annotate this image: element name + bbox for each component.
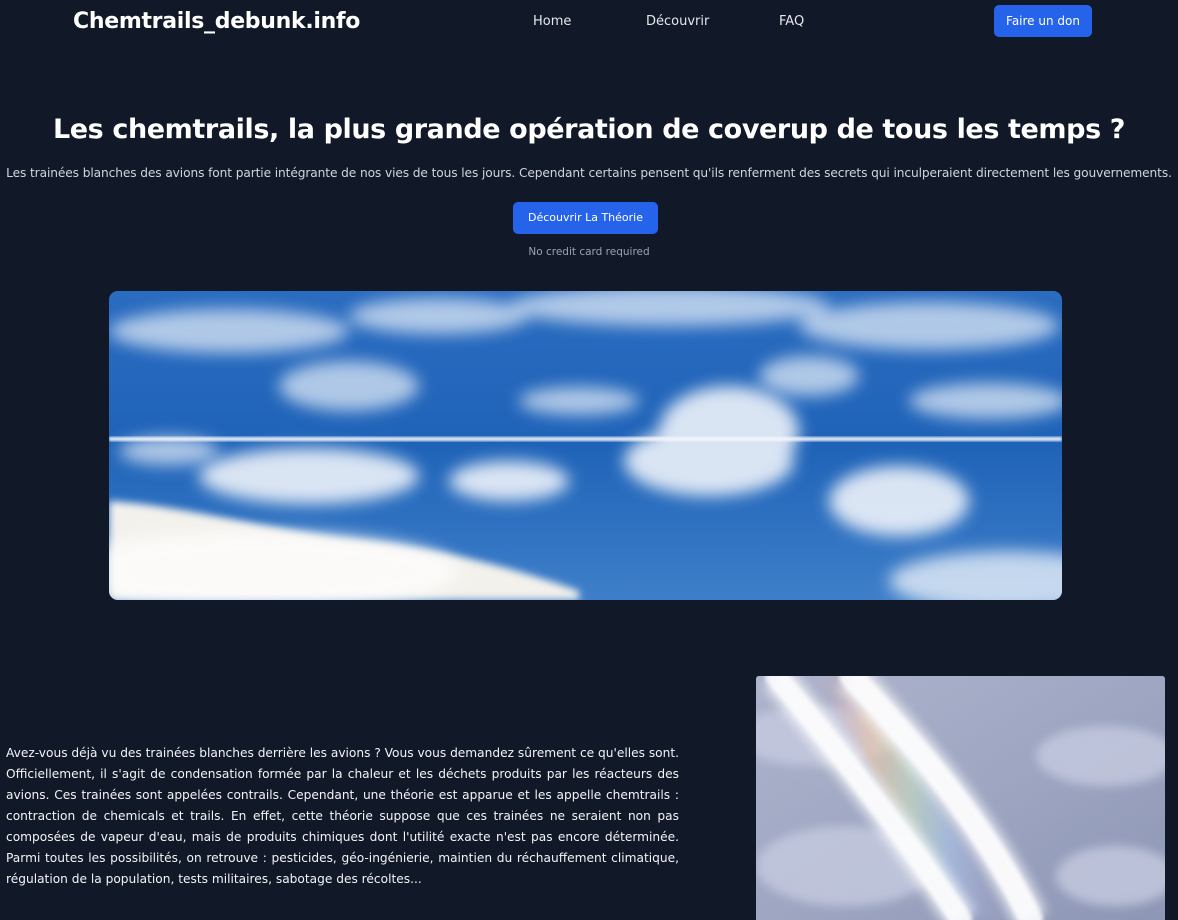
- nav-link-decouvrir[interactable]: Découvrir: [646, 13, 709, 31]
- site-logo[interactable]: Chemtrails_debunk.info: [73, 7, 360, 37]
- nav-link-faq[interactable]: FAQ: [779, 13, 804, 31]
- contrails-photo: [756, 676, 1165, 920]
- donate-button[interactable]: Faire un don: [994, 5, 1092, 37]
- cta-note: No credit card required: [528, 246, 650, 258]
- hero-sky-image: [109, 291, 1062, 600]
- nav-link-home[interactable]: Home: [533, 13, 571, 31]
- hero-subtitle: Les trainées blanches des avions font pa…: [6, 166, 1172, 180]
- article-paragraph: Avez-vous déjà vu des trainées blanches …: [6, 746, 679, 886]
- hero-title: Les chemtrails, la plus grande opération…: [52, 114, 1126, 145]
- discover-theory-button[interactable]: Découvrir La Théorie: [513, 202, 658, 234]
- page: Chemtrails_debunk.info Home Découvrir FA…: [0, 0, 1178, 920]
- site-header: Chemtrails_debunk.info Home Découvrir FA…: [0, 0, 1178, 44]
